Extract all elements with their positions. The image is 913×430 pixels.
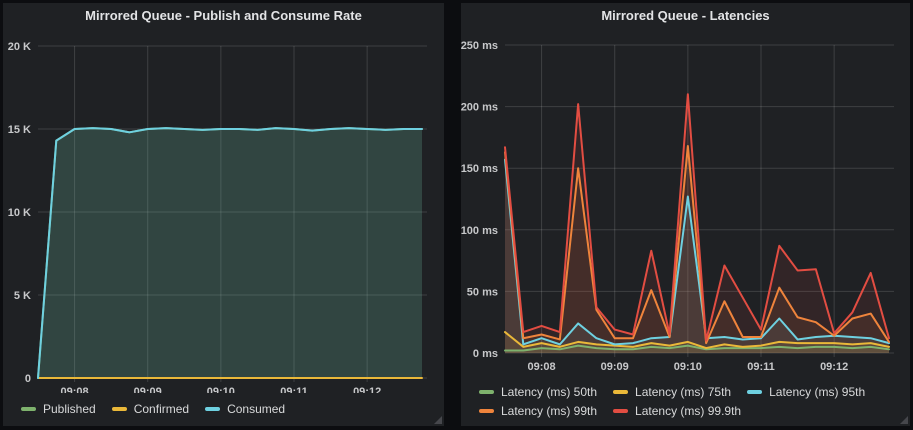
legend: Published Confirmed Consumed	[21, 400, 438, 419]
svg-text:09:08: 09:08	[61, 386, 89, 393]
legend-item-confirmed[interactable]: Confirmed	[112, 400, 189, 419]
legend-color-dash	[479, 409, 494, 413]
svg-text:250 ms: 250 ms	[461, 40, 498, 52]
panel-latencies: Mirrored Queue - Latencies 0 ms 50 ms 100 …	[461, 3, 910, 426]
svg-text:15 K: 15 K	[8, 124, 31, 136]
svg-text:20 K: 20 K	[8, 41, 31, 53]
legend: Latency (ms) 50th Latency (ms) 75th Latenc…	[479, 383, 904, 421]
legend-color-dash	[21, 407, 36, 411]
svg-text:0: 0	[25, 373, 31, 385]
svg-text:09:09: 09:09	[601, 361, 629, 373]
legend-label: Published	[43, 402, 96, 416]
svg-text:09:08: 09:08	[528, 361, 556, 373]
legend-item-latency-ms-99th[interactable]: Latency (ms) 99th	[479, 402, 597, 421]
legend-item-consumed[interactable]: Consumed	[205, 400, 285, 419]
panel-resize-handle[interactable]	[900, 416, 908, 424]
legend-color-dash	[479, 390, 494, 394]
svg-text:5 K: 5 K	[14, 290, 31, 302]
legend-item-latency-ms-75th[interactable]: Latency (ms) 75th	[613, 383, 731, 402]
legend-color-dash	[613, 409, 628, 413]
svg-text:150 ms: 150 ms	[461, 163, 498, 175]
svg-text:50 ms: 50 ms	[467, 286, 498, 298]
svg-text:09:10: 09:10	[207, 386, 235, 393]
panel-title[interactable]: Mirrored Queue - Latencies	[461, 3, 910, 29]
svg-text:0 ms: 0 ms	[473, 348, 498, 360]
legend-item-latency-ms-95th[interactable]: Latency (ms) 95th	[747, 383, 865, 402]
legend-label: Confirmed	[134, 402, 189, 416]
svg-text:09:12: 09:12	[353, 386, 381, 393]
panel-title[interactable]: Mirrored Queue - Publish and Consume Rat…	[3, 3, 444, 29]
svg-text:09:12: 09:12	[820, 361, 848, 373]
legend-label: Latency (ms) 99.9th	[635, 404, 741, 418]
svg-text:200 ms: 200 ms	[461, 102, 498, 114]
legend-label: Latency (ms) 50th	[501, 385, 597, 399]
panel-resize-handle[interactable]	[434, 416, 442, 424]
legend-color-dash	[613, 390, 628, 394]
legend-item-latency-ms-50th[interactable]: Latency (ms) 50th	[479, 383, 597, 402]
legend-color-dash	[112, 407, 127, 411]
legend-color-dash	[205, 407, 220, 411]
latencies-chart[interactable]: 0 ms 50 ms 100 ms 150 ms 200 ms 250 ms 09:08 09…	[461, 27, 910, 373]
legend-label: Consumed	[227, 402, 285, 416]
legend-label: Latency (ms) 99th	[501, 404, 597, 418]
svg-text:09:11: 09:11	[747, 361, 775, 373]
svg-text:100 ms: 100 ms	[461, 225, 498, 237]
svg-text:09:09: 09:09	[134, 386, 162, 393]
legend-label: Latency (ms) 95th	[769, 385, 865, 399]
legend-item-latency-ms-99.9th[interactable]: Latency (ms) 99.9th	[613, 402, 741, 421]
legend-item-published[interactable]: Published	[21, 400, 96, 419]
panel-publish-consume-rate: Mirrored Queue - Publish and Consume Rat…	[3, 3, 444, 426]
publish-consume-rate-chart[interactable]: 0 5 K 10 K 15 K 20 K 09:08 09:09 09:10 09:11 09:1…	[3, 27, 444, 393]
legend-label: Latency (ms) 75th	[635, 385, 731, 399]
svg-text:10 K: 10 K	[8, 207, 31, 219]
svg-text:09:11: 09:11	[280, 386, 308, 393]
svg-text:09:10: 09:10	[674, 361, 702, 373]
legend-color-dash	[747, 390, 762, 394]
